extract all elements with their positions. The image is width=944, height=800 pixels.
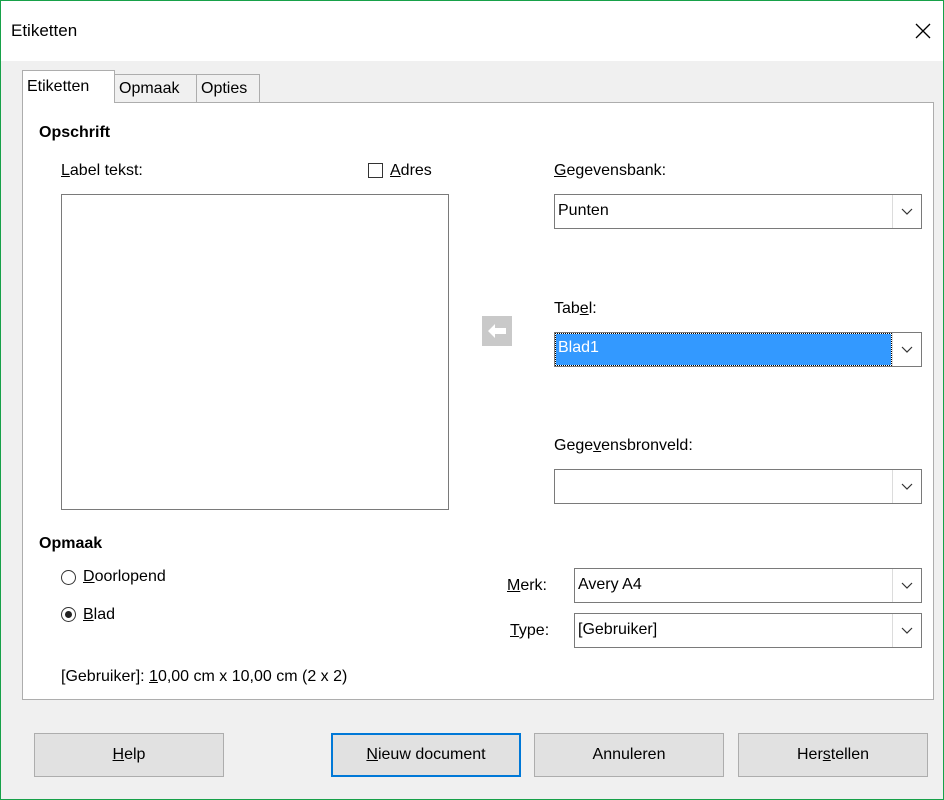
tab-etiketten[interactable]: Etiketten <box>22 70 115 103</box>
field-select[interactable] <box>554 469 922 504</box>
arrow-left-icon <box>488 324 506 338</box>
opschrift-heading: Opschrift <box>39 124 111 141</box>
chevron-down-icon[interactable] <box>892 195 921 228</box>
chevron-down-icon[interactable] <box>892 333 921 366</box>
blad-label: Blad <box>83 606 116 623</box>
database-label: Gegevensbank: <box>554 162 667 179</box>
table-value: Blad1 <box>555 333 892 366</box>
close-button[interactable] <box>903 11 943 51</box>
help-button-label: Help <box>112 746 146 763</box>
cancel-button[interactable]: Annuleren <box>534 733 724 777</box>
adres-label: Adres <box>390 162 432 179</box>
field-label: Gegevensbronveld: <box>554 437 693 454</box>
opmaak-heading: Opmaak <box>39 535 103 552</box>
tab-label: Opmaak <box>119 80 180 97</box>
type-value: [Gebruiker] <box>578 621 658 638</box>
merk-select[interactable]: Avery A4 <box>574 568 922 603</box>
doorlopend-radio[interactable] <box>61 570 76 585</box>
tab-panel-etiketten: Opschrift Label tekst: Adres Gegevensban… <box>22 102 934 700</box>
table-label: Tabel: <box>554 300 597 317</box>
chevron-down-icon[interactable] <box>892 614 921 647</box>
title-bar: Etiketten <box>1 1 943 61</box>
chevron-down-icon[interactable] <box>892 470 921 503</box>
cancel-label: Annuleren <box>592 746 666 763</box>
insert-field-button[interactable] <box>482 316 512 346</box>
type-label: Type: <box>510 622 550 639</box>
label-format-summary: [Gebruiker]: 10,00 cm x 10,00 cm (2 x 2) <box>61 668 348 685</box>
tab-opties[interactable]: Opties <box>196 74 260 102</box>
doorlopend-label: Doorlopend <box>83 568 166 585</box>
window-title: Etiketten <box>11 21 78 40</box>
adres-checkbox[interactable] <box>368 163 383 178</box>
label-text-label: Label tekst: <box>61 162 143 179</box>
chevron-down-icon[interactable] <box>892 569 921 602</box>
tab-label: Etiketten <box>27 78 90 95</box>
new-document-label: Nieuw document <box>366 746 486 763</box>
database-value: Punten <box>558 202 609 219</box>
type-select[interactable]: [Gebruiker] <box>574 613 922 648</box>
table-select[interactable]: Blad1 <box>554 332 922 367</box>
close-icon <box>915 23 931 39</box>
tab-opmaak[interactable]: Opmaak <box>114 74 197 102</box>
tab-label: Opties <box>201 80 248 97</box>
blad-radio[interactable] <box>61 607 76 622</box>
label-text-area[interactable] <box>61 194 449 510</box>
reset-label: Herstellen <box>796 746 870 763</box>
merk-value: Avery A4 <box>578 576 642 593</box>
help-button[interactable]: Help <box>34 733 224 777</box>
reset-button[interactable]: Herstellen <box>738 733 928 777</box>
database-select[interactable]: Punten <box>554 194 922 229</box>
merk-label: Merk: <box>507 577 547 594</box>
new-document-button[interactable]: Nieuw document <box>331 733 521 777</box>
